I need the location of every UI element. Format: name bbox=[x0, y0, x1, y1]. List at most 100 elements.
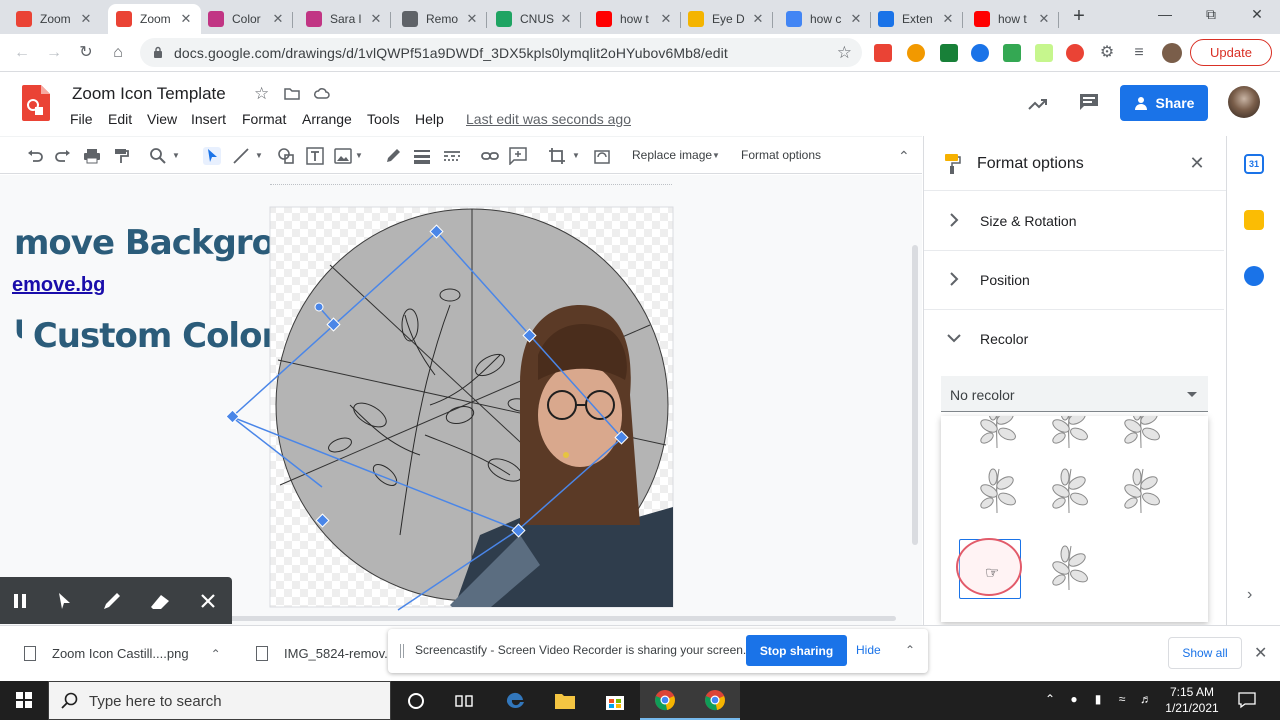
menu-edit[interactable]: Edit bbox=[108, 111, 132, 127]
cursor-icon[interactable] bbox=[53, 590, 75, 612]
menu-insert[interactable]: Insert bbox=[191, 111, 226, 127]
menu-view[interactable]: View bbox=[147, 111, 177, 127]
download-item[interactable]: IMG_5824-remov... bbox=[256, 626, 395, 681]
bookmark-star-icon[interactable]: ☆ bbox=[837, 43, 852, 63]
windows-start-icon[interactable] bbox=[0, 681, 48, 720]
taskbar-clock[interactable]: 7:15 AM 1/21/2021 bbox=[1160, 684, 1224, 716]
browser-tab[interactable]: Exten ✕ bbox=[870, 4, 963, 34]
recolor-swatch[interactable] bbox=[1041, 461, 1097, 517]
image-icon[interactable] bbox=[334, 147, 352, 165]
menu-help[interactable]: Help bbox=[415, 111, 444, 127]
show-hidden-icons-icon[interactable]: ⌃ bbox=[1042, 692, 1058, 708]
minimize-window-button[interactable]: — bbox=[1153, 6, 1177, 26]
close-annotation-icon[interactable] bbox=[197, 590, 219, 612]
canvas-horizontal-scrollbar[interactable] bbox=[170, 616, 896, 621]
home-icon[interactable]: ⌂ bbox=[108, 43, 128, 63]
paint-format-icon[interactable] bbox=[112, 147, 130, 165]
close-tab-icon[interactable]: ✕ bbox=[559, 12, 573, 26]
line-weight-icon[interactable] bbox=[413, 147, 431, 165]
image-dropdown-icon[interactable]: ▼ bbox=[355, 147, 365, 165]
menu-arrange[interactable]: Arrange bbox=[302, 111, 352, 127]
replace-image-button[interactable]: Replace image bbox=[632, 148, 712, 162]
extension-green-icon[interactable] bbox=[940, 44, 958, 62]
browser-tab[interactable]: Remo ✕ bbox=[394, 4, 487, 34]
recolor-swatch[interactable] bbox=[969, 461, 1025, 517]
drawing-canvas[interactable]: move Background emove.bg u Custom Color bbox=[0, 175, 922, 625]
redo-icon[interactable] bbox=[54, 147, 72, 165]
close-tab-icon[interactable]: ✕ bbox=[369, 12, 383, 26]
line-dash-icon[interactable] bbox=[443, 147, 461, 165]
chrome-profile-icon[interactable] bbox=[690, 681, 740, 720]
pen-icon[interactable] bbox=[384, 147, 402, 165]
undo-icon[interactable] bbox=[26, 147, 44, 165]
comment-icon[interactable] bbox=[1078, 92, 1100, 112]
calendar-icon[interactable]: 31 bbox=[1244, 154, 1264, 174]
taskbar-search-box[interactable]: Type here to search bbox=[48, 681, 391, 720]
download-item[interactable]: Zoom Icon Castill....png ⌃ bbox=[24, 626, 221, 681]
browser-tab[interactable]: how t ✕ bbox=[588, 4, 681, 34]
replace-image-dropdown-icon[interactable]: ▼ bbox=[712, 147, 722, 165]
shape-tool-icon[interactable] bbox=[277, 147, 295, 165]
reload-icon[interactable]: ↻ bbox=[76, 43, 96, 63]
keep-icon[interactable] bbox=[1244, 210, 1264, 230]
browser-tab[interactable]: how c ✕ bbox=[778, 4, 871, 34]
drag-handle-icon[interactable] bbox=[400, 644, 404, 658]
reading-list-icon[interactable]: ≡ bbox=[1130, 44, 1148, 62]
cloud-status-icon[interactable] bbox=[314, 86, 330, 102]
menu-tools[interactable]: Tools bbox=[367, 111, 400, 127]
restore-window-button[interactable]: ⧉ bbox=[1199, 6, 1223, 26]
recolor-swatch[interactable] bbox=[1041, 538, 1097, 594]
add-comment-icon[interactable] bbox=[509, 147, 527, 165]
extension-note-icon[interactable] bbox=[1035, 44, 1053, 62]
volume-icon[interactable]: ♬ bbox=[1138, 692, 1154, 708]
edge-icon[interactable] bbox=[490, 681, 540, 720]
file-explorer-icon[interactable] bbox=[540, 681, 590, 720]
collapse-toolbar-icon[interactable]: ⌃ bbox=[898, 147, 916, 165]
reset-image-icon[interactable] bbox=[593, 147, 611, 165]
task-view-icon[interactable] bbox=[439, 681, 489, 720]
share-button[interactable]: Share bbox=[1120, 85, 1208, 121]
close-window-button[interactable]: ✕ bbox=[1245, 6, 1269, 26]
recolor-swatch[interactable] bbox=[969, 416, 1025, 452]
back-arrow-icon[interactable]: ← bbox=[12, 43, 32, 63]
move-to-folder-icon[interactable] bbox=[284, 86, 300, 102]
browser-tab[interactable]: Zoom ✕ bbox=[8, 4, 101, 34]
stop-sharing-button[interactable]: Stop sharing bbox=[746, 635, 847, 666]
chevron-up-icon[interactable]: ⌃ bbox=[905, 643, 915, 657]
notifications-icon[interactable] bbox=[1238, 691, 1256, 709]
line-dropdown-icon[interactable]: ▼ bbox=[255, 147, 265, 165]
close-tab-icon[interactable]: ✕ bbox=[849, 12, 863, 26]
tasks-icon[interactable] bbox=[1244, 266, 1264, 286]
wifi-icon[interactable]: ≈ bbox=[1114, 692, 1130, 708]
crop-icon[interactable] bbox=[548, 147, 566, 165]
close-tab-icon[interactable]: ✕ bbox=[465, 12, 479, 26]
google-drawings-logo[interactable] bbox=[22, 85, 50, 121]
extension-evernote-icon[interactable] bbox=[1003, 44, 1021, 62]
chevron-up-icon[interactable]: ⌃ bbox=[211, 647, 221, 661]
extension-orange-icon[interactable] bbox=[907, 44, 925, 62]
hide-button[interactable]: Hide bbox=[856, 643, 881, 657]
battery-icon[interactable]: ▮ bbox=[1090, 692, 1106, 708]
browser-tab[interactable]: how t ✕ bbox=[966, 4, 1059, 34]
activity-trend-icon[interactable] bbox=[1028, 94, 1048, 114]
pause-icon[interactable] bbox=[9, 590, 31, 612]
zoom-dropdown-icon[interactable]: ▼ bbox=[172, 147, 182, 165]
print-icon[interactable] bbox=[83, 147, 101, 165]
address-bar[interactable]: docs.google.com/drawings/d/1vlQWPf51a9DW… bbox=[140, 38, 862, 67]
link-icon[interactable] bbox=[481, 147, 499, 165]
forward-arrow-icon[interactable]: → bbox=[44, 43, 64, 63]
close-tab-icon[interactable]: ✕ bbox=[79, 12, 93, 26]
extensions-puzzle-icon[interactable]: ⚙ bbox=[1098, 44, 1116, 62]
extension-cz-icon[interactable] bbox=[874, 44, 892, 62]
close-tab-icon[interactable]: ✕ bbox=[1037, 12, 1051, 26]
zoom-icon[interactable] bbox=[149, 147, 167, 165]
close-tab-icon[interactable]: ✕ bbox=[941, 12, 955, 26]
user-avatar[interactable] bbox=[1228, 86, 1260, 118]
eraser-icon[interactable] bbox=[149, 590, 171, 612]
drawing-artwork[interactable] bbox=[220, 205, 690, 625]
show-all-downloads-button[interactable]: Show all bbox=[1168, 637, 1242, 669]
recolor-swatch[interactable] bbox=[1113, 416, 1169, 452]
browser-tab[interactable]: CNUS ✕ bbox=[488, 4, 581, 34]
last-edit-link[interactable]: Last edit was seconds ago bbox=[466, 111, 631, 127]
chrome-icon[interactable] bbox=[640, 681, 690, 720]
